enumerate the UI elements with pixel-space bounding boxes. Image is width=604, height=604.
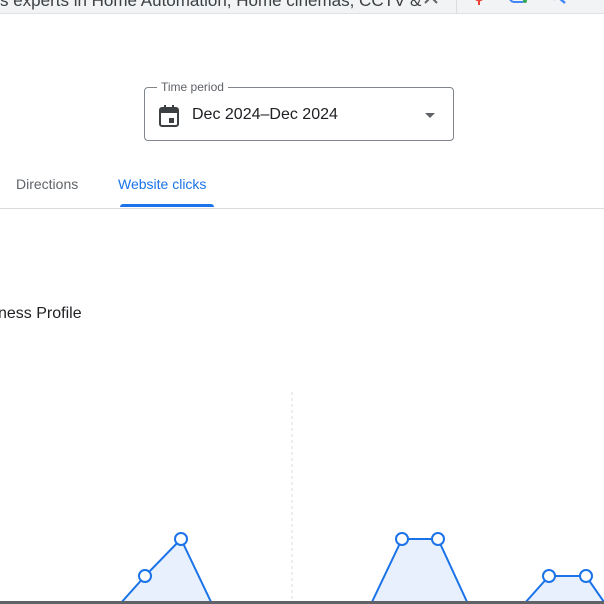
page-root: s experts in Home Automation, Home cinem… xyxy=(0,0,604,604)
search-icon[interactable] xyxy=(546,0,568,12)
search-bar[interactable]: s experts in Home Automation, Home cinem… xyxy=(0,0,604,14)
search-query-text: s experts in Home Automation, Home cinem… xyxy=(0,0,422,10)
tab-directions[interactable]: Directions xyxy=(16,175,78,193)
section-heading: ness Profile xyxy=(0,305,82,322)
lens-icon[interactable] xyxy=(508,0,530,12)
chart-point[interactable] xyxy=(395,532,409,546)
mic-icon[interactable] xyxy=(468,0,490,12)
calendar-icon xyxy=(159,105,179,127)
time-period-value: Dec 2024–Dec 2024 xyxy=(192,106,338,123)
time-period-label: Time period xyxy=(157,79,228,95)
tab-selected-indicator xyxy=(120,204,214,207)
search-bar-divider xyxy=(456,0,457,13)
chart-point[interactable] xyxy=(138,569,152,583)
chart-point[interactable] xyxy=(542,569,556,583)
chart-point[interactable] xyxy=(431,532,445,546)
tab-website-clicks[interactable]: Website clicks xyxy=(118,175,206,193)
chart-point[interactable] xyxy=(579,569,593,583)
chart-point[interactable] xyxy=(174,532,188,546)
tabs-divider xyxy=(0,208,604,209)
dropdown-arrow-icon[interactable] xyxy=(424,112,436,120)
chart-area-1 xyxy=(120,539,212,604)
website-clicks-chart xyxy=(119,392,604,604)
close-icon[interactable] xyxy=(420,0,442,12)
time-period-select[interactable]: Time period Dec 2024–Dec 2024 xyxy=(144,79,454,141)
